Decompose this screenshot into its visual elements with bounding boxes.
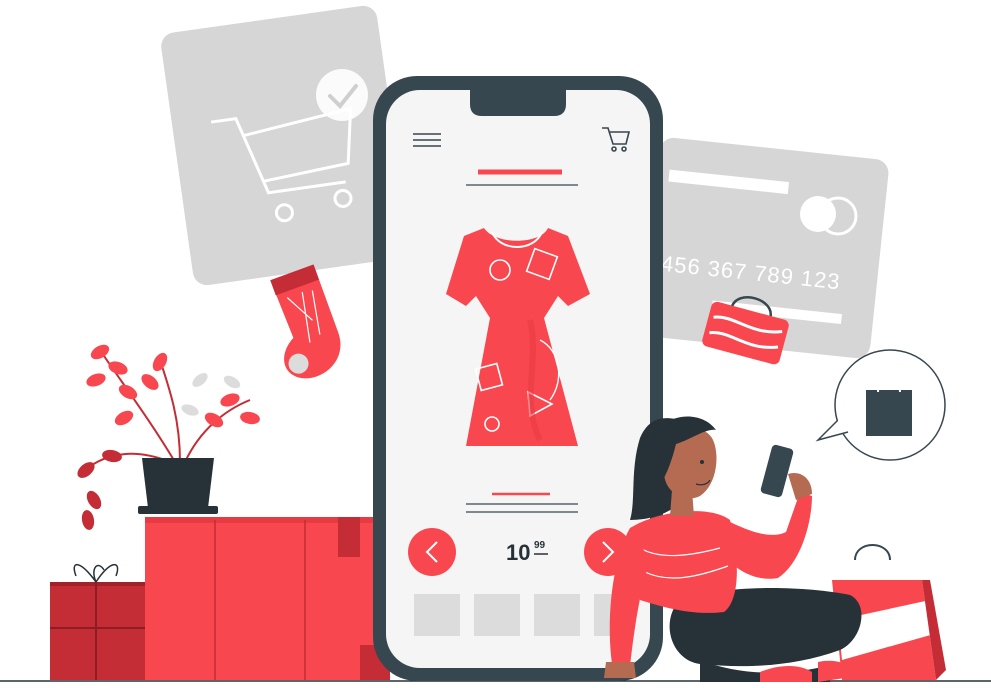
sock-item bbox=[270, 264, 341, 379]
thumbnail[interactable] bbox=[474, 594, 520, 636]
checkmark-icon bbox=[316, 69, 368, 121]
potted-plant bbox=[77, 344, 260, 530]
prev-arrow-button[interactable] bbox=[408, 528, 456, 576]
shipping-box bbox=[145, 517, 390, 680]
thumbnail[interactable] bbox=[414, 594, 460, 636]
handheld-phone bbox=[760, 444, 794, 498]
online-shopping-illustration: 456 367 789 123 10 99 bbox=[0, 5, 991, 682]
gift-box bbox=[50, 564, 150, 680]
phone-notch bbox=[470, 90, 566, 116]
plant-pot bbox=[142, 458, 214, 508]
thumbnail[interactable] bbox=[534, 594, 580, 636]
speech-bubble bbox=[815, 349, 946, 461]
price-main: 10 bbox=[506, 540, 530, 565]
price-cents: 99 bbox=[534, 540, 546, 551]
